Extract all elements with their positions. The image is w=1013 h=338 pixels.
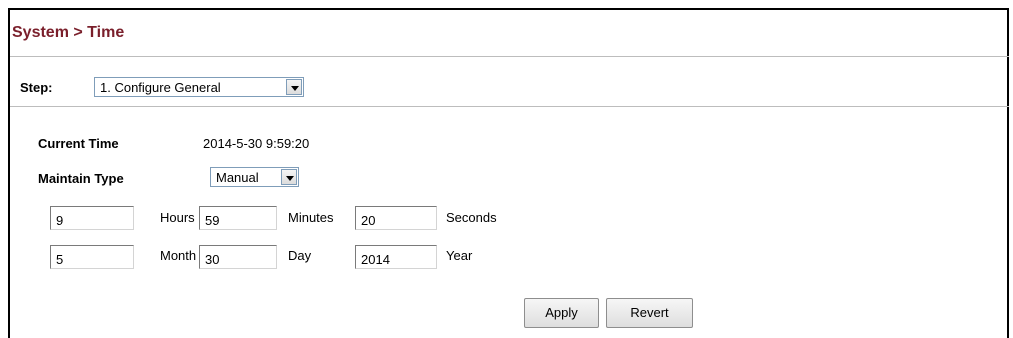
- page-title: System > Time: [12, 24, 125, 41]
- day-input[interactable]: [199, 245, 277, 269]
- month-label: Month: [160, 248, 197, 263]
- minutes-input[interactable]: [199, 206, 277, 230]
- month-input[interactable]: [50, 245, 134, 269]
- divider: [10, 106, 1009, 107]
- current-time-label: Current Time: [38, 136, 119, 151]
- divider: [10, 56, 1009, 57]
- chevron-down-icon[interactable]: [286, 79, 302, 95]
- minutes-label: Minutes: [288, 210, 334, 225]
- current-time-value: 2014-5-30 9:59:20: [203, 136, 310, 151]
- revert-button[interactable]: Revert: [606, 298, 693, 328]
- seconds-input[interactable]: [355, 206, 437, 230]
- year-label: Year: [446, 248, 473, 263]
- hours-input[interactable]: [50, 206, 134, 230]
- maintain-type-value: Manual: [216, 170, 259, 185]
- seconds-label: Seconds: [446, 210, 497, 225]
- step-select-value: 1. Configure General: [100, 80, 221, 95]
- chevron-down-icon[interactable]: [281, 169, 297, 185]
- day-label: Day: [288, 248, 312, 263]
- step-label: Step:: [20, 80, 53, 95]
- maintain-type-label: Maintain Type: [38, 171, 124, 186]
- maintain-type-select[interactable]: Manual: [210, 167, 299, 187]
- step-select[interactable]: 1. Configure General: [94, 77, 304, 97]
- hours-label: Hours: [160, 210, 195, 225]
- year-input[interactable]: [355, 245, 437, 269]
- panel-frame: [8, 8, 1009, 338]
- apply-button[interactable]: Apply: [524, 298, 599, 328]
